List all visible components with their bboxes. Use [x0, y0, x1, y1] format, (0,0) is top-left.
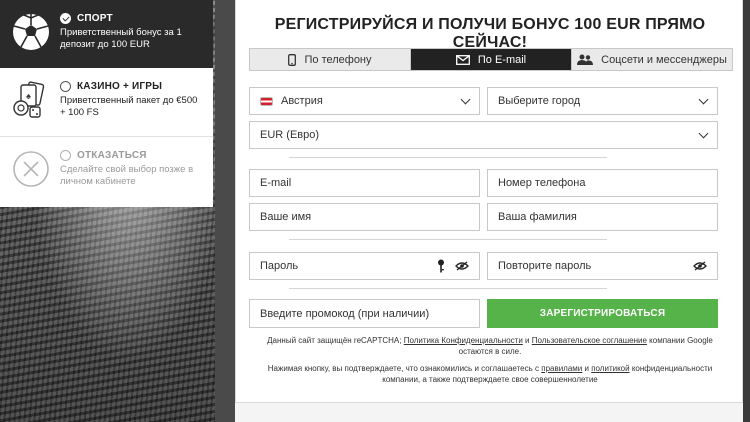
panel-footer-strip [235, 403, 743, 422]
key-icon[interactable] [437, 259, 445, 273]
offer-sport[interactable]: СПОРТ Приветственный бонус за 1 депозит … [0, 0, 213, 68]
city-select[interactable]: Выберите город [487, 87, 718, 115]
privacy-policy-link[interactable]: Политика Конфиденциальности [404, 336, 523, 345]
note-text: Данный сайт защищён reCAPTCHA; [267, 336, 404, 345]
offer-desc: Сделайте свой выбор позже в личном кабин… [60, 164, 194, 187]
panel-gutter [215, 0, 235, 422]
note-text: Нажимая кнопку, вы подтверждаете, что оз… [267, 364, 542, 373]
email-field[interactable]: E-mail [249, 169, 480, 197]
password-repeat-field[interactable]: Повторите пароль [487, 252, 718, 280]
agreement-note: Нажимая кнопку, вы подтверждаете, что оз… [256, 363, 724, 385]
currency-select[interactable]: EUR (Евро) [249, 121, 718, 149]
tab-phone[interactable]: По телефону [250, 49, 411, 70]
eye-slash-icon[interactable] [455, 261, 469, 271]
firstname-field[interactable]: Ваше имя [249, 203, 480, 231]
phone-icon [288, 53, 297, 66]
radio-unchecked-icon[interactable] [60, 81, 71, 92]
phone-field[interactable]: Номер телефона [487, 169, 718, 197]
lastname-placeholder: Ваша фамилия [498, 211, 577, 223]
bonus-offers: СПОРТ Приветственный бонус за 1 депозит … [0, 0, 213, 207]
casino-cards-dice-icon: ♠ [13, 81, 45, 118]
registration-panel: РЕГИСТРИРУЙСЯ И ПОЛУЧИ БОНУС 100 EUR ПРЯ… [235, 0, 743, 403]
chevron-down-icon [460, 94, 471, 104]
austria-flag-icon [260, 96, 273, 106]
offer-casino[interactable]: ♠ КАЗИНО + ИГРЫ Приветственный пакет до … [0, 68, 213, 137]
offer-desc: Приветственный бонус за 1 депозит до 100… [60, 27, 182, 50]
registration-tabs: По телефону По E-mail Соцсети и мессендж… [249, 48, 733, 71]
offer-title-text: СПОРТ [77, 13, 113, 24]
offer-title-text: ОТКАЗАТЬСЯ [77, 150, 147, 161]
promo-placeholder: Введите промокод (при наличии) [260, 307, 430, 320]
chevron-down-icon [698, 94, 709, 104]
tab-email[interactable]: По E-mail [411, 49, 572, 70]
page-title: РЕГИСТРИРУЙСЯ И ПОЛУЧИ БОНУС 100 EUR ПРЯ… [274, 16, 706, 51]
close-circle-icon [13, 151, 49, 187]
country-value: Австрия [281, 95, 323, 107]
tab-label: По E-mail [477, 53, 527, 66]
lastname-field[interactable]: Ваша фамилия [487, 203, 718, 231]
radio-checked-icon[interactable] [60, 13, 71, 24]
section-divider [289, 288, 607, 289]
currency-value: EUR (Евро) [260, 129, 320, 141]
section-divider [289, 157, 607, 158]
rules-link[interactable]: правилами [541, 364, 582, 373]
chevron-down-icon [698, 128, 709, 138]
password-field[interactable]: Пароль [249, 252, 480, 280]
radio-unchecked-icon[interactable] [60, 150, 71, 161]
country-select[interactable]: Австрия [249, 87, 480, 115]
tab-social[interactable]: Соцсети и мессенджеры [572, 49, 732, 70]
offer-desc: Приветственный пакет до €500 + 100 FS [60, 95, 198, 118]
note-text: и [522, 336, 532, 345]
password-repeat-placeholder: Повторите пароль [498, 260, 592, 272]
users-icon [577, 54, 594, 65]
envelope-icon [455, 54, 470, 65]
soccer-ball-icon [13, 14, 49, 50]
section-divider [289, 239, 607, 240]
terms-link[interactable]: Пользовательское соглашение [532, 336, 647, 345]
tab-label: Соцсети и мессенджеры [601, 53, 727, 66]
password-placeholder: Пароль [260, 260, 299, 272]
offer-title-text: КАЗИНО + ИГРЫ [77, 81, 163, 92]
promo-code-field[interactable]: Введите промокод (при наличии) [249, 299, 480, 328]
offer-title: ОТКАЗАТЬСЯ [60, 150, 205, 161]
recaptcha-note: Данный сайт защищён reCAPTCHA; Политика … [256, 335, 724, 357]
city-placeholder: Выберите город [498, 95, 581, 107]
eye-slash-icon[interactable] [693, 261, 707, 271]
policy-link[interactable]: политикой [591, 364, 629, 373]
note-text: и [582, 364, 592, 373]
register-button[interactable]: ЗАРЕГИСТРИРОВАТЬСЯ [487, 299, 718, 328]
phone-placeholder: Номер телефона [498, 177, 586, 189]
firstname-placeholder: Ваше имя [260, 211, 312, 223]
email-placeholder: E-mail [260, 177, 292, 189]
offer-title: СПОРТ [60, 13, 205, 24]
offer-decline[interactable]: ОТКАЗАТЬСЯ Сделайте свой выбор позже в л… [0, 137, 213, 207]
tab-label: По телефону [304, 53, 372, 66]
offer-title: КАЗИНО + ИГРЫ [60, 81, 205, 92]
svg-text:♠: ♠ [26, 91, 31, 101]
